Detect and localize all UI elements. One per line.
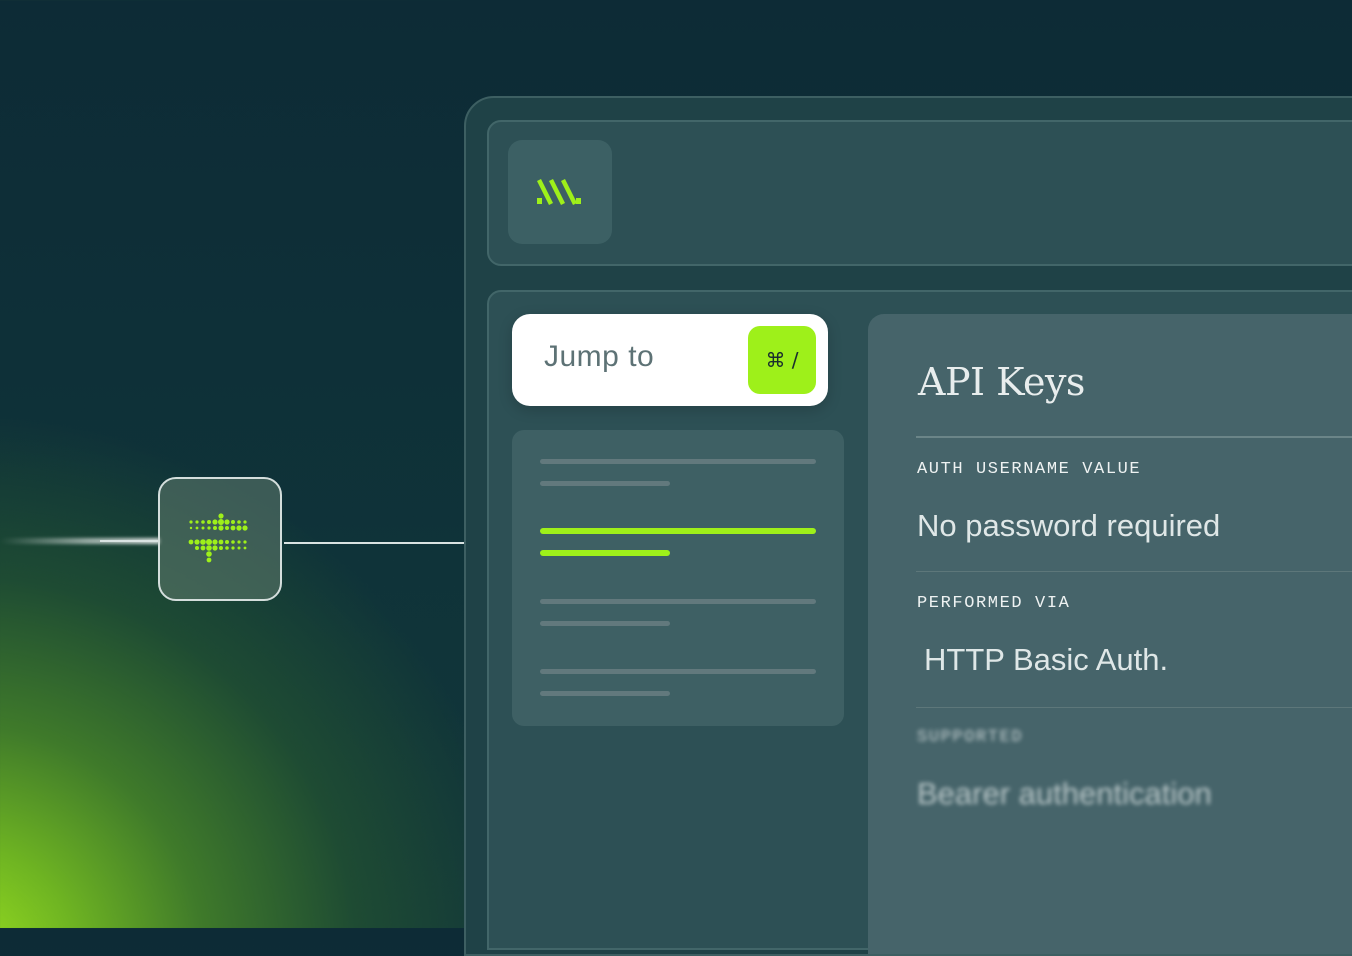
field-value-supported: Bearer authentication bbox=[917, 776, 1212, 811]
nav-item-line bbox=[540, 669, 816, 674]
keyboard-shortcut-badge: ⌘ / bbox=[748, 326, 816, 394]
jump-to-search[interactable]: Jump to ⌘ / bbox=[512, 314, 828, 406]
nav-item-line bbox=[540, 528, 816, 534]
nav-item-line bbox=[540, 691, 670, 696]
connector-line-left bbox=[100, 540, 160, 542]
page-title: API Keys bbox=[918, 360, 1085, 404]
field-label-supported: SUPPORTED bbox=[917, 728, 1024, 747]
detail-panel bbox=[868, 314, 1352, 954]
field-value-auth-username: No password required bbox=[917, 508, 1221, 543]
field-value-performed-via: HTTP Basic Auth. bbox=[924, 642, 1169, 677]
field-divider bbox=[916, 571, 1352, 572]
nav-item-line bbox=[540, 459, 816, 464]
integration-node[interactable] bbox=[158, 477, 282, 601]
nav-item-line bbox=[540, 481, 670, 486]
navigation-list bbox=[512, 430, 844, 726]
waveform-dots-icon bbox=[188, 513, 248, 563]
field-label-performed-via: PERFORMED VIA bbox=[917, 594, 1071, 613]
slanted-stripes-logo-icon bbox=[537, 178, 581, 206]
jump-to-label: Jump to bbox=[544, 340, 655, 373]
app-logo[interactable] bbox=[508, 140, 612, 244]
field-divider bbox=[916, 707, 1352, 708]
nav-item-line bbox=[540, 621, 670, 626]
nav-item-line bbox=[540, 550, 670, 556]
connector-line-right bbox=[284, 542, 466, 544]
field-label-auth-username: AUTH USERNAME VALUE bbox=[917, 460, 1142, 479]
app-header bbox=[487, 120, 1352, 266]
title-divider bbox=[916, 436, 1352, 438]
nav-item-line bbox=[540, 599, 816, 604]
